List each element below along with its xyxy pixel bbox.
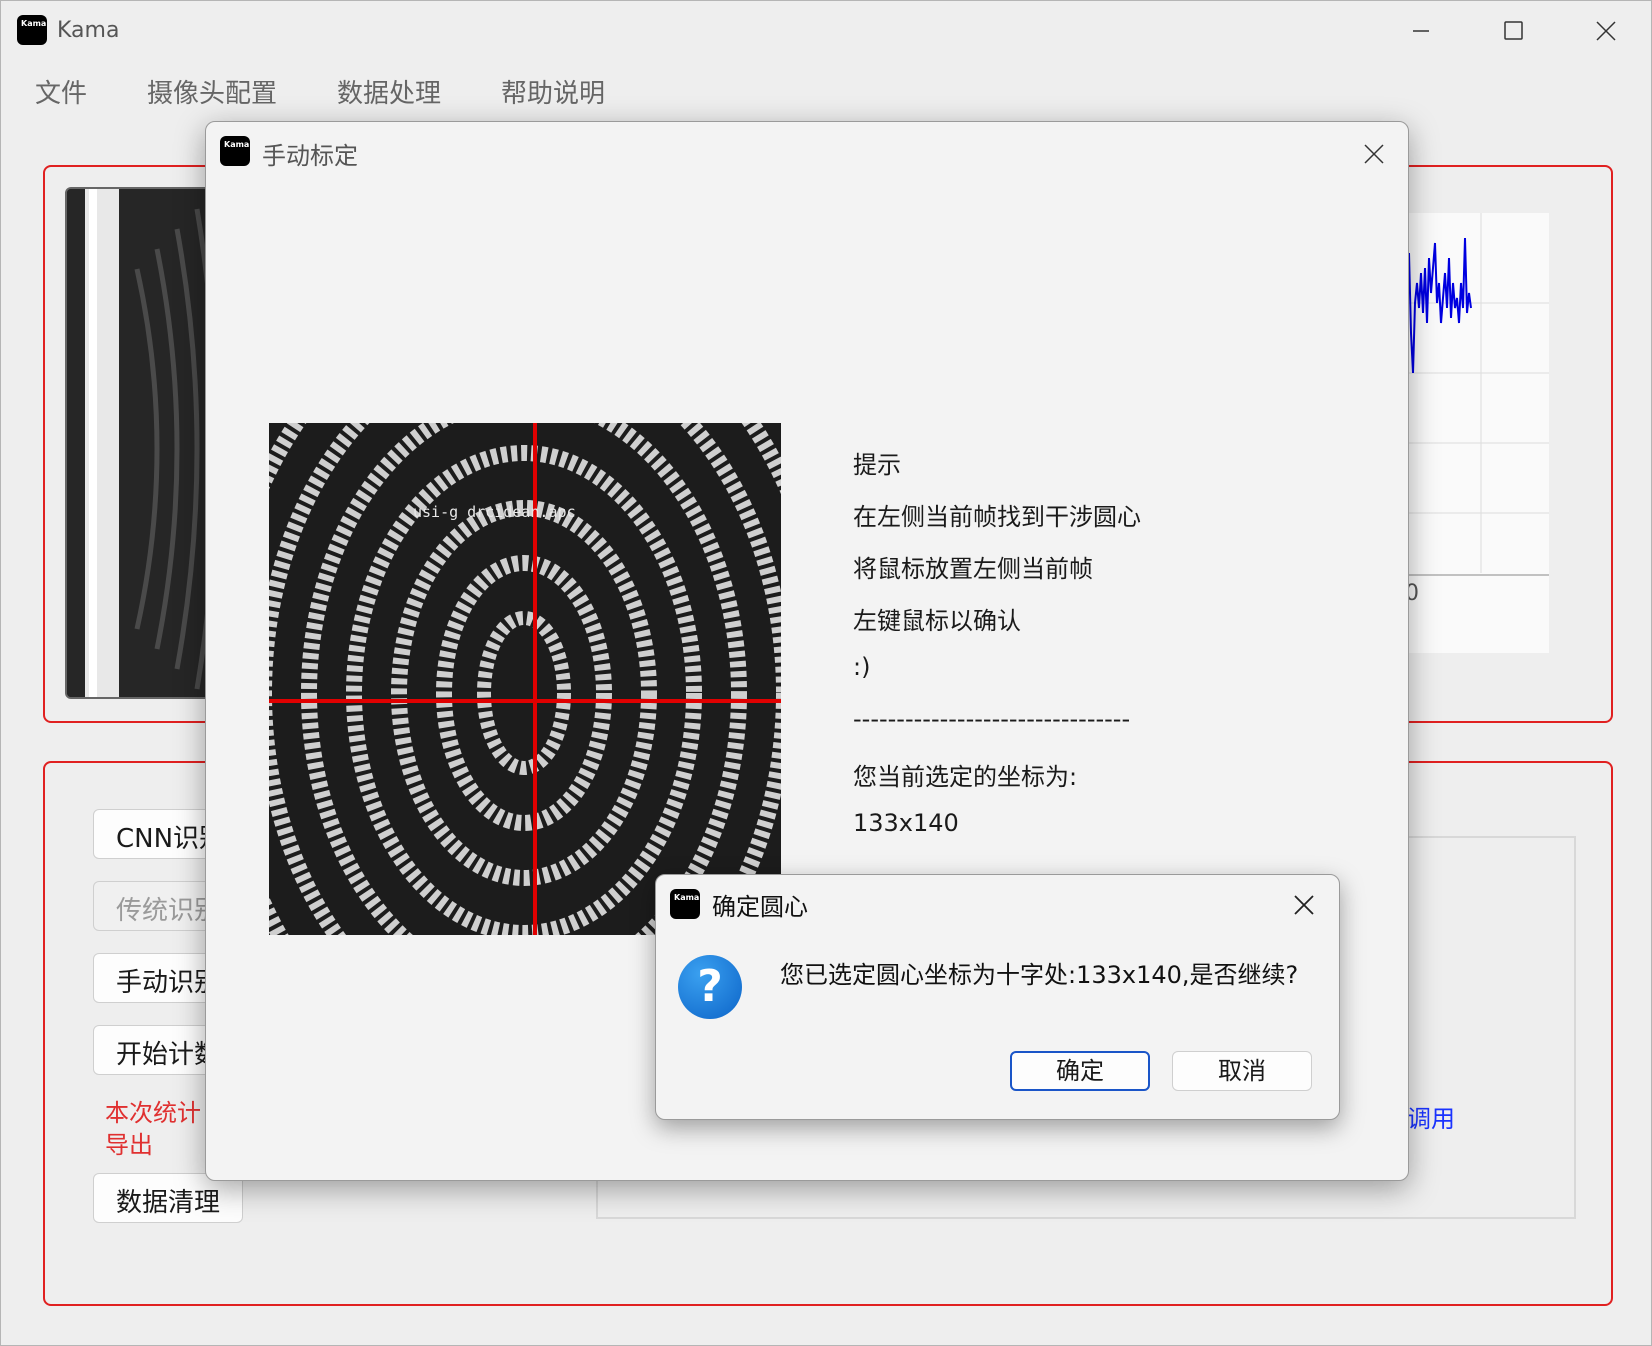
hint-smiley: :): [853, 653, 871, 681]
menubar: 文件 摄像头配置 数据处理 帮助说明: [1, 63, 1651, 119]
hint-title: 提示: [853, 451, 901, 479]
call-link[interactable]: 调用: [1407, 1099, 1455, 1134]
main-window-title: Kama: [57, 18, 120, 43]
dialog-logo: Kama: [670, 889, 700, 919]
frame-watermark: usi-g drcidean.apc: [413, 503, 576, 521]
close-icon[interactable]: [1284, 885, 1324, 925]
maximize-icon[interactable]: [1493, 11, 1533, 51]
selected-coord-value: 133x140: [853, 809, 959, 837]
confirm-dialog-title: 确定圆心: [712, 893, 808, 921]
close-icon[interactable]: [1586, 11, 1626, 51]
selected-coord-label: 您当前选定的坐标为:: [853, 763, 1078, 791]
menu-camera-config[interactable]: 摄像头配置: [147, 73, 277, 110]
ok-button[interactable]: 确定: [1010, 1051, 1150, 1091]
start-count-button[interactable]: 开始计数: [93, 1025, 213, 1075]
confirm-center-dialog: Kama 确定圆心 ? 您已选定圆心坐标为十字处:133x140,是否继续? 确…: [655, 874, 1340, 1120]
hint-line-2: 将鼠标放置左侧当前帧: [853, 555, 1093, 583]
hint-divider: --------------------------------: [853, 705, 1131, 733]
cancel-button[interactable]: 取消: [1172, 1051, 1312, 1091]
traditional-recognition-button[interactable]: 传统识别: [93, 881, 213, 931]
stats-note-line1: 本次统计: [105, 1099, 201, 1127]
cnn-recognition-button[interactable]: CNN识别: [93, 809, 213, 859]
dialog-logo: Kama: [220, 136, 250, 166]
signal-plot: 0: [1401, 213, 1549, 653]
stats-note-line2: 导出: [105, 1131, 153, 1159]
menu-data-processing[interactable]: 数据处理: [337, 73, 441, 110]
confirm-message: 您已选定圆心坐标为十字处:133x140,是否继续?: [780, 961, 1299, 989]
minimize-icon[interactable]: [1401, 11, 1441, 51]
current-frame-view[interactable]: usi-g drcidean.apc: [269, 423, 781, 935]
hint-line-1: 在左侧当前帧找到干涉圆心: [853, 503, 1141, 531]
app-logo: Kama: [17, 15, 47, 45]
video-preview: [65, 187, 215, 699]
main-titlebar: Kama Kama: [1, 1, 1651, 61]
close-icon[interactable]: [1354, 134, 1394, 174]
menu-file[interactable]: 文件: [35, 73, 87, 110]
manual-recognition-button[interactable]: 手动识别: [93, 953, 213, 1003]
question-icon: ?: [678, 955, 742, 1019]
menu-help[interactable]: 帮助说明: [501, 73, 605, 110]
hint-line-3: 左键鼠标以确认: [853, 607, 1021, 635]
calibration-dialog-title: 手动标定: [262, 142, 358, 170]
